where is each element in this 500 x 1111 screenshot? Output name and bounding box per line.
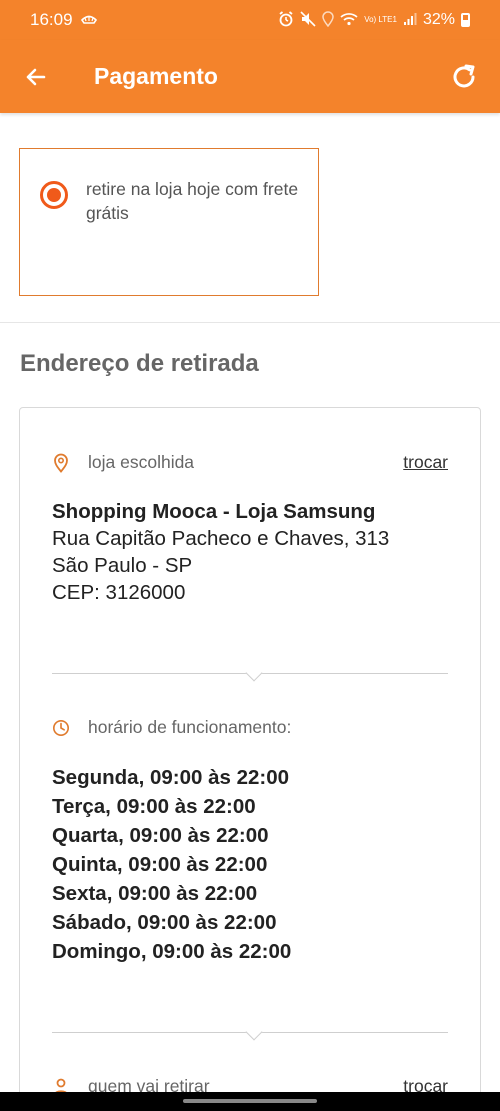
battery-icon <box>461 13 470 27</box>
network-type: Vo) LTE1 <box>364 15 397 24</box>
hours-wednesday: Quarta, 09:00 às 22:00 <box>52 824 269 847</box>
pickup-address-card: loja escolhida trocar Shopping Mooca - L… <box>19 407 481 1111</box>
divider-notch-2 <box>245 1023 263 1041</box>
battery-percent: 32% <box>422 11 455 28</box>
back-button[interactable] <box>0 40 72 113</box>
hours-sunday: Domingo, 09:00 às 22:00 <box>52 940 292 963</box>
status-time: 16:09 <box>30 10 73 29</box>
arrow-left-icon <box>26 68 46 85</box>
chosen-store-row: loja escolhida trocar <box>52 452 448 473</box>
status-time-group: 16:09 <box>30 10 97 30</box>
section-title: Endereço de retirada <box>20 350 259 377</box>
opening-hours-row: horário de funcionamento: <box>52 717 448 738</box>
refresh-icon <box>453 64 475 87</box>
refresh-button[interactable] <box>428 40 500 113</box>
opening-hours-label: horário de funcionamento: <box>88 717 292 737</box>
app-bar: Pagamento <box>0 40 500 113</box>
card-divider <box>52 664 448 682</box>
home-gesture-handle[interactable] <box>183 1099 317 1103</box>
hours-thursday: Quinta, 09:00 às 22:00 <box>52 853 268 876</box>
location-icon <box>322 10 334 30</box>
store-name: Shopping Mooca - Loja Samsung <box>52 500 376 523</box>
pickup-option-radio[interactable] <box>40 181 68 209</box>
pickup-option-label: retire na loja hoje com frete grátis <box>86 179 299 223</box>
location-pin-icon <box>52 453 70 473</box>
notification-icon <box>80 13 97 28</box>
clock-icon <box>52 718 70 738</box>
change-store-link[interactable]: trocar <box>403 452 448 473</box>
store-zip: CEP: 3126000 <box>52 581 186 604</box>
status-bar: 16:09 Vo) LTE1 32% <box>0 0 500 40</box>
page-title: Pagamento <box>94 63 218 89</box>
store-street: Rua Capitão Pacheco e Chaves, 313 <box>52 527 390 550</box>
signal-icon <box>403 12 417 29</box>
store-city: São Paulo - SP <box>52 554 193 577</box>
wifi-icon <box>340 12 358 29</box>
hours-monday: Segunda, 09:00 às 22:00 <box>52 766 290 789</box>
section-divider <box>0 322 500 323</box>
hours-saturday: Sábado, 09:00 às 22:00 <box>52 911 277 934</box>
opening-hours-list: Segunda, 09:00 às 22:00 Terça, 09:00 às … <box>52 763 291 966</box>
hours-friday: Sexta, 09:00 às 22:00 <box>52 882 258 905</box>
pickup-option-card[interactable]: retire na loja hoje com frete grátis <box>19 148 319 296</box>
divider-notch <box>245 664 263 682</box>
chosen-store-label: loja escolhida <box>88 452 195 472</box>
store-address-block: Shopping Mooca - Loja Samsung Rua Capitã… <box>52 498 389 606</box>
alarm-icon <box>278 10 294 30</box>
hours-tuesday: Terça, 09:00 às 22:00 <box>52 795 256 818</box>
system-nav-bar <box>0 1092 500 1111</box>
mute-icon <box>300 10 316 30</box>
card-divider-2 <box>52 1023 448 1041</box>
status-right-group: Vo) LTE1 32% <box>278 10 470 30</box>
